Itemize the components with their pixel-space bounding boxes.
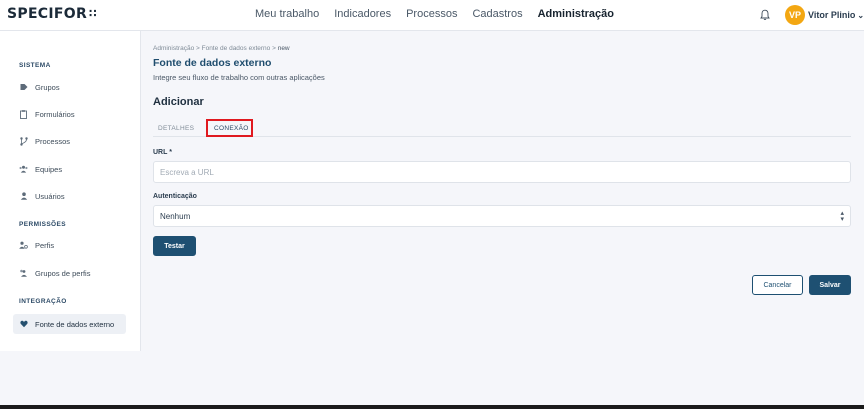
heart-icon <box>19 320 28 329</box>
chevron-down-icon: ⌄ <box>857 11 864 20</box>
sidebar-section-permissoes: PERMISSÕES <box>19 221 66 228</box>
app-logo[interactable]: SPECIFOR ∷ <box>7 6 97 22</box>
sidebar-item-formularios[interactable]: Formulários <box>13 104 126 124</box>
tab-detalhes[interactable]: DETALHES <box>158 125 194 132</box>
sidebar-section-integracao: INTEGRAÇÃO <box>19 298 67 305</box>
nav-meu-trabalho[interactable]: Meu trabalho <box>255 8 319 20</box>
avatar[interactable]: VP <box>785 5 805 25</box>
tag-icon <box>19 83 28 92</box>
nav-cadastros[interactable]: Cadastros <box>472 8 522 20</box>
sidebar-item-processos[interactable]: Processos <box>13 131 126 151</box>
top-navbar: SPECIFOR ∷ Meu trabalho Indicadores Proce… <box>0 0 864 31</box>
sidebar-item-label: Grupos de perfis <box>35 268 91 278</box>
section-heading: Adicionar <box>153 96 204 108</box>
tab-bar: DETALHES CONEXÃO <box>153 120 851 137</box>
sidebar-item-label: Formulários <box>35 109 75 119</box>
url-placeholder: Escreva a URL <box>160 167 214 177</box>
breadcrumb-item[interactable]: Fonte de dados externo <box>202 45 271 52</box>
auth-select[interactable]: Nenhum ▴ ▾ <box>153 205 851 227</box>
sidebar-item-grupos[interactable]: Grupos <box>13 77 126 97</box>
url-label-text: URL <box>153 149 168 156</box>
sidebar-item-label: Equipes <box>35 164 63 174</box>
breadcrumb-current: new <box>277 45 290 52</box>
sidebar-item-equipes[interactable]: Equipes <box>13 159 126 179</box>
url-label: URL * <box>153 149 172 156</box>
sidebar-item-fonte-de-dados-externo[interactable]: Fonte de dados externo <box>13 314 126 334</box>
breadcrumb: Administração > Fonte de dados externo >… <box>153 45 290 52</box>
breadcrumb-item[interactable]: Administração <box>153 45 194 52</box>
logo-mark: ∷ <box>89 7 98 20</box>
url-input[interactable]: Escreva a URL <box>153 161 851 183</box>
user-name: Vitor Plinio <box>808 10 856 20</box>
main-nav: Meu trabalho Indicadores Processos Cadas… <box>255 8 629 20</box>
sidebar-item-label: Usuários <box>35 191 65 201</box>
sidebar-item-grupos-de-perfis[interactable]: Grupos de perfis <box>13 263 126 283</box>
sidebar-section-sistema: SISTEMA <box>19 62 51 69</box>
sidebar-item-usuarios[interactable]: Usuários <box>13 186 126 206</box>
nav-processos[interactable]: Processos <box>406 8 457 20</box>
sidebar-item-label: Grupos <box>35 82 60 92</box>
user-menu[interactable]: Vitor Plinio ⌄ <box>808 10 864 20</box>
profile-group-icon <box>19 269 28 278</box>
save-button[interactable]: Salvar <box>809 275 851 295</box>
sidebar-item-label: Fonte de dados externo <box>35 319 115 329</box>
user-icon <box>19 192 28 201</box>
window-bottom-edge <box>0 405 864 409</box>
auth-selected-value: Nenhum <box>160 211 191 221</box>
page-title: Fonte de dados externo <box>153 57 272 69</box>
bell-icon[interactable] <box>760 9 770 21</box>
breadcrumb-separator: > <box>196 45 200 52</box>
form-icon <box>19 109 28 119</box>
auth-label: Autenticação <box>153 193 197 200</box>
nav-administracao[interactable]: Administração <box>538 8 614 20</box>
tab-conexao-highlight <box>206 119 253 137</box>
select-caret-icon: ▴ ▾ <box>840 210 844 223</box>
sidebar-item-label: Perfis <box>35 240 55 250</box>
page-subtitle: Integre seu fluxo de trabalho com outras… <box>153 73 325 82</box>
test-button[interactable]: Testar <box>153 236 196 256</box>
sidebar-item-perfis[interactable]: Perfis <box>13 235 126 255</box>
sidebar-item-label: Processos <box>35 136 71 146</box>
cancel-button[interactable]: Cancelar <box>752 275 803 295</box>
breadcrumb-separator: > <box>272 45 276 52</box>
logo-text: SPECIFOR <box>7 6 88 22</box>
sidebar: SISTEMA Grupos Formulários Processos Equ… <box>0 31 141 351</box>
process-icon <box>19 136 28 146</box>
required-mark: * <box>169 149 172 156</box>
nav-indicadores[interactable]: Indicadores <box>334 8 391 20</box>
profile-icon <box>19 241 28 250</box>
team-icon <box>19 165 28 174</box>
